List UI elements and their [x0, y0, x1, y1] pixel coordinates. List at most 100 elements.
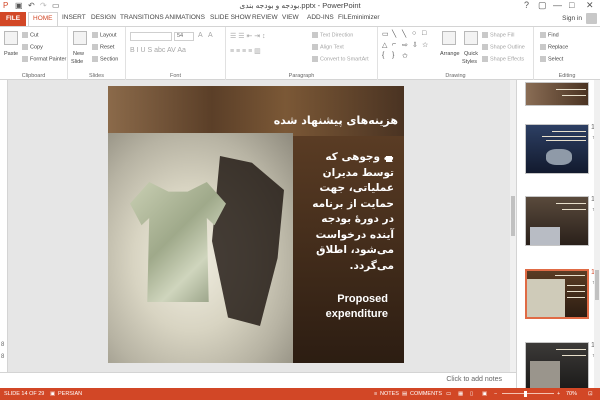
section-button[interactable]: Section — [92, 56, 118, 62]
arrange-button[interactable]: Arrange — [440, 51, 460, 57]
list-buttons[interactable]: ☰ ☰ ⇤ ⇥ ↕ — [230, 32, 266, 40]
shape-outline-label: Shape Outline — [490, 44, 525, 51]
tab-home[interactable]: HOME — [28, 12, 58, 26]
paste-icon[interactable] — [4, 31, 18, 45]
align-text-button[interactable]: Align Text — [312, 44, 344, 50]
thumbnails-scrollbar-thumb[interactable] — [595, 270, 599, 300]
line-shape-icon[interactable]: ╲ — [392, 30, 396, 38]
text-direction-button[interactable]: Text Direction — [312, 32, 353, 38]
copy-button[interactable]: Copy — [22, 44, 43, 50]
decrease-font-icon[interactable]: A — [208, 32, 213, 39]
layout-button[interactable]: Layout — [92, 32, 117, 38]
notes-placeholder[interactable]: Click to add notes — [446, 376, 502, 383]
new-slide-button-line2[interactable]: Slide — [71, 59, 83, 65]
tab-transitions[interactable]: TRANSITIONS — [120, 14, 164, 21]
triangle-shape-icon[interactable]: △ — [382, 41, 387, 49]
select-button[interactable]: Select — [540, 56, 563, 62]
drawing-group-label: Drawing — [445, 73, 466, 79]
brace-shape-icon[interactable]: { — [382, 52, 384, 59]
tab-review[interactable]: REVIEW — [252, 14, 278, 21]
star-shape-icon[interactable]: ✩ — [402, 52, 408, 60]
tab-insert[interactable]: INSERT — [62, 14, 86, 21]
slide-show-icon[interactable]: ▣ — [482, 391, 487, 397]
tab-design[interactable]: DESIGN — [91, 14, 116, 21]
cut-button[interactable]: Cut — [22, 32, 39, 38]
shapes-gallery[interactable]: ▭ ╲ ╲ ○ □ △ ⌐ ⇨ ⇩ ☆ { } ✩ — [382, 30, 440, 64]
alignment-buttons[interactable]: ≡ ≡ ≡ ≡ ▥ — [230, 47, 261, 55]
editor-scrollbar-thumb[interactable] — [511, 196, 515, 236]
align-text-label: Align Text — [320, 44, 344, 51]
reading-view-icon[interactable]: ▯ — [470, 391, 473, 397]
slide-thumbnail[interactable] — [525, 82, 589, 106]
sign-in-link[interactable]: Sign in — [562, 15, 582, 22]
slide-thumbnail[interactable] — [525, 196, 589, 246]
slide-title[interactable]: هزینه‌های پیشنهاد شده — [238, 114, 398, 127]
find-button[interactable]: Find — [540, 32, 559, 38]
shape-effects-button[interactable]: Shape Effects — [482, 56, 524, 62]
notes-pane[interactable]: Click to add notes — [0, 372, 516, 388]
convert-to-smartart-button[interactable]: Convert to SmartArt — [312, 56, 369, 62]
zoom-slider-thumb[interactable] — [524, 391, 527, 397]
shape-outline-button[interactable]: Shape Outline — [482, 44, 525, 50]
new-slide-button[interactable]: New — [73, 51, 84, 57]
rectangle-shape-icon[interactable]: □ — [422, 30, 426, 37]
quick-styles-button[interactable]: Quick — [464, 51, 478, 57]
arrow-shape-icon[interactable]: ⇨ — [402, 41, 408, 49]
thumbnail-text — [555, 275, 585, 276]
rectangle-shape-icon[interactable]: ▭ — [382, 30, 389, 38]
fit-to-window-icon[interactable]: ⊡ — [588, 391, 593, 397]
close-button[interactable]: ✕ — [586, 0, 594, 11]
elbow-shape-icon[interactable]: ⌐ — [392, 41, 396, 48]
current-slide[interactable]: هزینه‌های پیشنهاد شده به وجوهی که توسط م… — [108, 86, 404, 363]
shape-fill-label: Shape Fill — [490, 32, 515, 39]
english-line: Proposed — [337, 293, 388, 305]
tab-add-ins[interactable]: ADD-INS — [307, 14, 334, 21]
tab-fileminimizer[interactable]: FILEminimizer — [338, 14, 380, 21]
zoom-in-icon[interactable]: + — [557, 391, 560, 397]
slide-english-term[interactable]: Proposed expenditure — [304, 292, 388, 322]
shape-fill-icon — [482, 32, 488, 38]
maximize-button[interactable]: □ — [569, 0, 574, 10]
reset-button[interactable]: Reset — [92, 44, 114, 50]
slide-sorter-icon[interactable]: ▦ — [458, 391, 463, 397]
oval-shape-icon[interactable]: ○ — [412, 30, 416, 37]
font-name-box[interactable] — [130, 32, 172, 41]
section-icon — [92, 56, 98, 62]
shape-fill-button[interactable]: Shape Fill — [482, 32, 514, 38]
minimize-button[interactable]: — — [553, 0, 562, 10]
arrange-icon[interactable] — [442, 31, 456, 45]
ribbon-display-options-icon[interactable]: ▢ — [538, 0, 547, 11]
brace-shape-icon[interactable]: } — [392, 52, 394, 59]
font-size-box[interactable]: 54 — [174, 32, 194, 41]
tab-slide-show[interactable]: SLIDE SHOW — [210, 14, 251, 21]
normal-view-icon[interactable]: ▭ — [446, 391, 451, 397]
star-shape-icon[interactable]: ☆ — [422, 41, 428, 49]
thumbnails-scrollbar[interactable] — [594, 80, 600, 388]
help-icon[interactable]: ? — [524, 0, 529, 10]
slide-thumbnail[interactable] — [525, 124, 589, 174]
line-shape-icon[interactable]: ╲ — [402, 30, 406, 38]
increase-font-icon[interactable]: A — [198, 32, 203, 39]
slide-thumbnail[interactable] — [525, 342, 589, 392]
zoom-out-icon[interactable]: − — [494, 391, 497, 397]
slide-body-text[interactable]: به وجوهی که توسط مدیران عملیاتی، جهت حما… — [294, 150, 394, 274]
tab-animations[interactable]: ANIMATIONS — [165, 14, 205, 21]
new-slide-icon[interactable] — [73, 31, 87, 45]
tab-file[interactable]: FILE — [0, 12, 26, 26]
zoom-level[interactable]: 70% — [566, 391, 577, 397]
comments-button[interactable]: COMMENTS — [410, 391, 442, 397]
tab-view[interactable]: VIEW — [282, 14, 299, 21]
slide-thumbnail-selected[interactable] — [525, 269, 589, 319]
notes-button[interactable]: NOTES — [380, 391, 399, 397]
format-painter-button[interactable]: Format Painter — [22, 56, 66, 62]
paste-button[interactable]: Paste — [4, 51, 18, 57]
quick-styles-icon[interactable] — [464, 31, 478, 45]
language-indicator[interactable]: PERSIAN — [58, 391, 82, 397]
zoom-slider[interactable] — [502, 393, 554, 394]
formatting-row[interactable]: B I U S abc AV Aa — [130, 47, 186, 54]
account-avatar[interactable] — [586, 13, 597, 24]
font-group: 54 A A B I U S abc AV Aa Font — [126, 27, 226, 80]
arrow-shape-icon[interactable]: ⇩ — [412, 41, 418, 49]
quick-styles-button-line2[interactable]: Styles — [462, 59, 477, 65]
replace-button[interactable]: Replace — [540, 44, 568, 50]
